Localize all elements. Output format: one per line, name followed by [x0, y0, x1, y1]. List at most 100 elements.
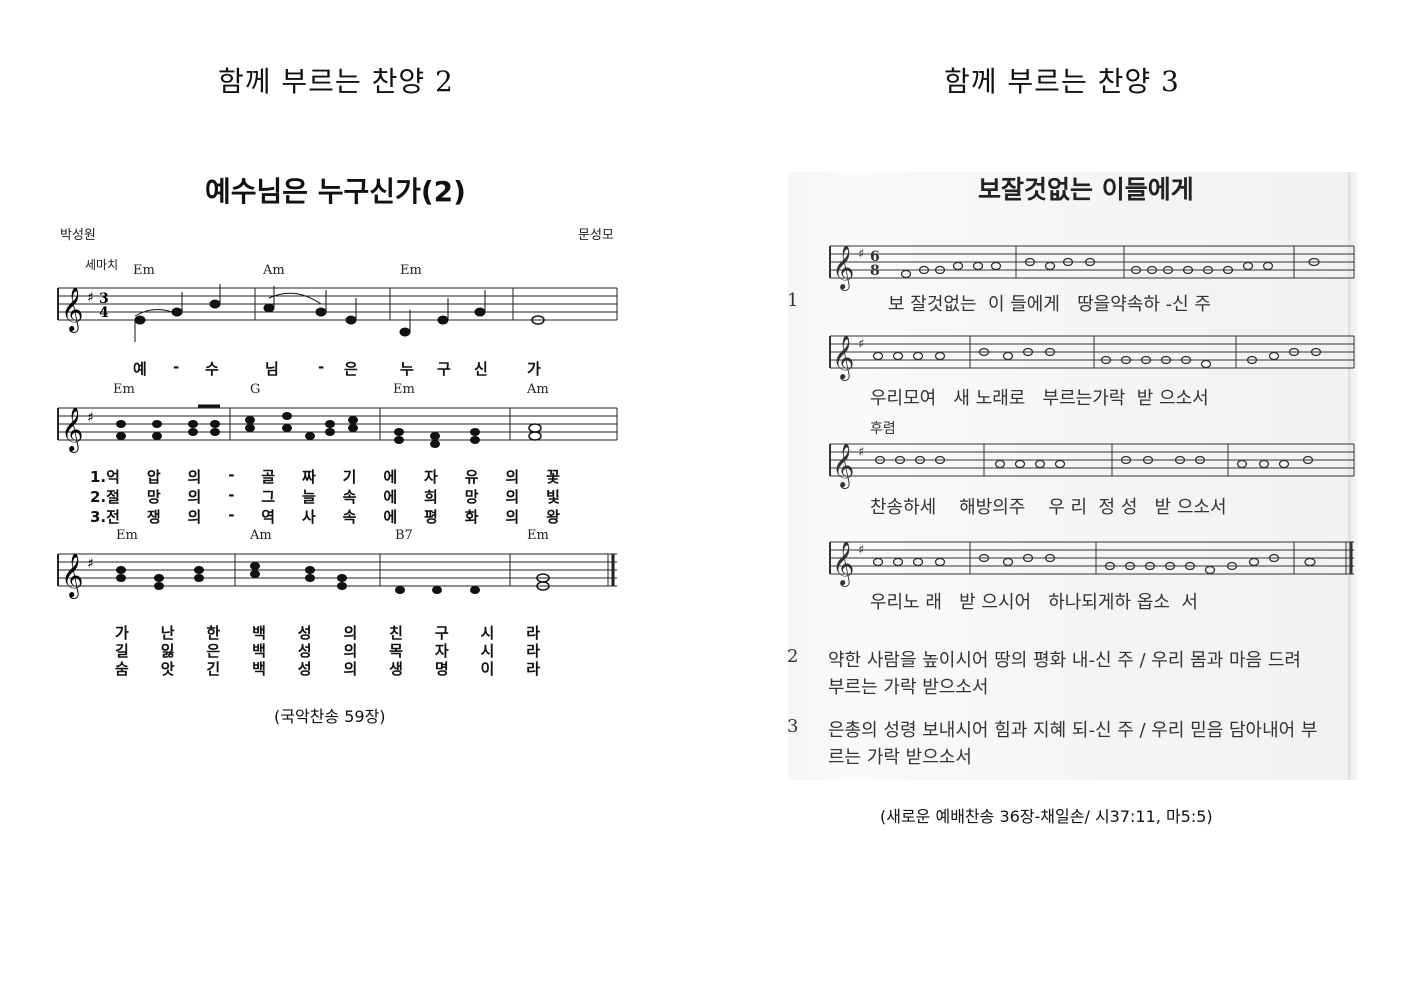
right-lyric-line: 우리노 래 받 으시어 하나되게하 옵소 서 [870, 592, 1198, 613]
lyric: 왕 [546, 508, 560, 526]
svg-text:𝄞: 𝄞 [832, 443, 854, 489]
lyric: 그 [261, 488, 276, 506]
chord: Em [527, 528, 549, 543]
lyric: 골 [261, 468, 276, 486]
lyric: 의 [187, 508, 202, 526]
lyric: 평 [424, 508, 438, 526]
lyric: 희 [424, 488, 438, 506]
verse-number: 2 [787, 646, 799, 667]
lyric: 늘 [301, 488, 316, 506]
verse-number: 1 [787, 290, 799, 311]
lyric: 신 [474, 360, 488, 378]
right-song-title: 보잘것없는 이들에게 [978, 175, 1194, 204]
lyric: - [173, 358, 180, 376]
left-song-title: 예수님은 누구신가(2) [205, 175, 466, 208]
left-heading: 함께 부르는 찬양 2 [218, 65, 454, 98]
right-caption: (새로운 예배찬송 36장-채일손/ 시37:11, 마5:5) [880, 807, 1213, 826]
lyricist: 박성원 [60, 228, 96, 243]
lyric: 3.전 [90, 508, 120, 526]
right-heading: 함께 부르는 찬양 3 [944, 65, 1180, 98]
lyric: 짜 [301, 468, 316, 486]
lyric: - [228, 506, 235, 524]
lyric: 은 [344, 360, 358, 378]
lyric: 속 [342, 488, 357, 506]
lyric: 에 [383, 488, 398, 506]
svg-text:♯: ♯ [858, 543, 864, 558]
chord: Am [263, 263, 285, 278]
lyric: 가 [527, 360, 541, 378]
chord: G [250, 382, 261, 397]
lyric: 라 [526, 660, 540, 678]
lyric: 의 [505, 488, 520, 506]
left-caption: (국악찬송 59장) [274, 707, 386, 726]
lyric: 의 [343, 660, 358, 678]
svg-text:4: 4 [99, 305, 109, 321]
staff-left-1: 𝄞 ♯ 3 4 [57, 284, 618, 342]
lyric: 에 [383, 468, 398, 486]
lyric: 망 [464, 488, 479, 506]
lyric: 망 [146, 488, 161, 506]
lyric: 생 [389, 660, 403, 678]
lyric: 1.억 [90, 468, 120, 486]
chord: Em [116, 528, 138, 543]
lyric: 2.절 [90, 488, 120, 506]
svg-text:𝄞: 𝄞 [832, 245, 854, 291]
lyric: 명 [434, 660, 449, 678]
lyric: 꽃 [546, 468, 560, 486]
lyric: 빛 [546, 488, 560, 506]
verse-line: 3.전 쟁 의 - 역 사 속 에 평 화 의 왕 [90, 506, 560, 527]
svg-text:♯: ♯ [87, 290, 94, 306]
chord: Em [400, 263, 422, 278]
verse-text: 부르는 가락 받으소서 [828, 677, 989, 698]
chord: Em [113, 382, 135, 397]
lyric: 의 [505, 468, 520, 486]
lyric: 유 [464, 468, 479, 486]
verse-text: 약한 사람을 높이시어 땅의 평화 내-신 주 / 우리 몸과 마음 드려 [828, 650, 1301, 671]
lyric: 이 [480, 660, 495, 678]
svg-text:𝄞: 𝄞 [61, 553, 83, 599]
lyric: - [318, 358, 325, 376]
lyric: 속 [342, 508, 357, 526]
lyric: 구 [437, 360, 451, 378]
lyric: - [228, 486, 235, 504]
lyric: 의 [187, 488, 202, 506]
lyric: 자 [424, 468, 438, 486]
lyric: 님 [265, 360, 279, 378]
staff-left-2: 𝄞 ♯ [57, 404, 618, 453]
lyric: 에 [383, 508, 398, 526]
lyric: 긴 [206, 660, 221, 678]
lyric: 의 [187, 468, 202, 486]
lyric: 수 [205, 360, 219, 378]
staff-right-1: 𝄞 ♯ 6 8 [829, 245, 1355, 291]
right-lyric-line: 찬송하세 해방의주 우 리 정 성 받 으소서 [870, 497, 1227, 518]
lyric: 예 [133, 360, 147, 378]
rhythm-label: 세마치 [85, 258, 119, 272]
lyric: 압 [146, 468, 161, 486]
svg-text:♯: ♯ [87, 556, 94, 572]
staff-right-3: 𝄞 ♯ [829, 443, 1355, 489]
staff-right-4: 𝄞 ♯ [829, 541, 1354, 587]
verse-text: 르는 가락 받으소서 [828, 747, 972, 768]
lyric: 앗 [160, 660, 175, 678]
lyric: - [228, 466, 235, 484]
lyric: 누 [400, 360, 414, 378]
svg-text:♯: ♯ [87, 410, 94, 426]
lyric: 숨 [115, 660, 129, 678]
chord: Am [527, 382, 549, 397]
lyric: 쟁 [146, 508, 161, 526]
chord: Am [250, 528, 272, 543]
verse-line: 2.절 망 의 - 그 늘 속 에 희 망 의 빛 [90, 486, 560, 507]
lyric: 의 [505, 508, 520, 526]
verse-line: 1.억 압 의 - 골 짜 기 에 자 유 의 꽃 [90, 466, 560, 487]
lyric: 성 [297, 660, 312, 678]
chord: B7 [395, 528, 413, 543]
lyric: 백 [252, 660, 266, 678]
staff-left-3: 𝄞 ♯ [57, 553, 617, 599]
composer: 문성모 [578, 228, 614, 243]
svg-text:𝄞: 𝄞 [61, 407, 83, 453]
right-lyric-line: 보 잘것없는 이 들에게 땅을약속하 -신 주 [888, 294, 1211, 315]
svg-text:♯: ♯ [858, 445, 864, 460]
svg-text:𝄞: 𝄞 [832, 541, 854, 587]
lyric: 사 [301, 508, 316, 526]
verse-text: 은총의 성령 보내시어 힘과 지혜 되-신 주 / 우리 믿음 담아내어 부 [828, 720, 1318, 741]
